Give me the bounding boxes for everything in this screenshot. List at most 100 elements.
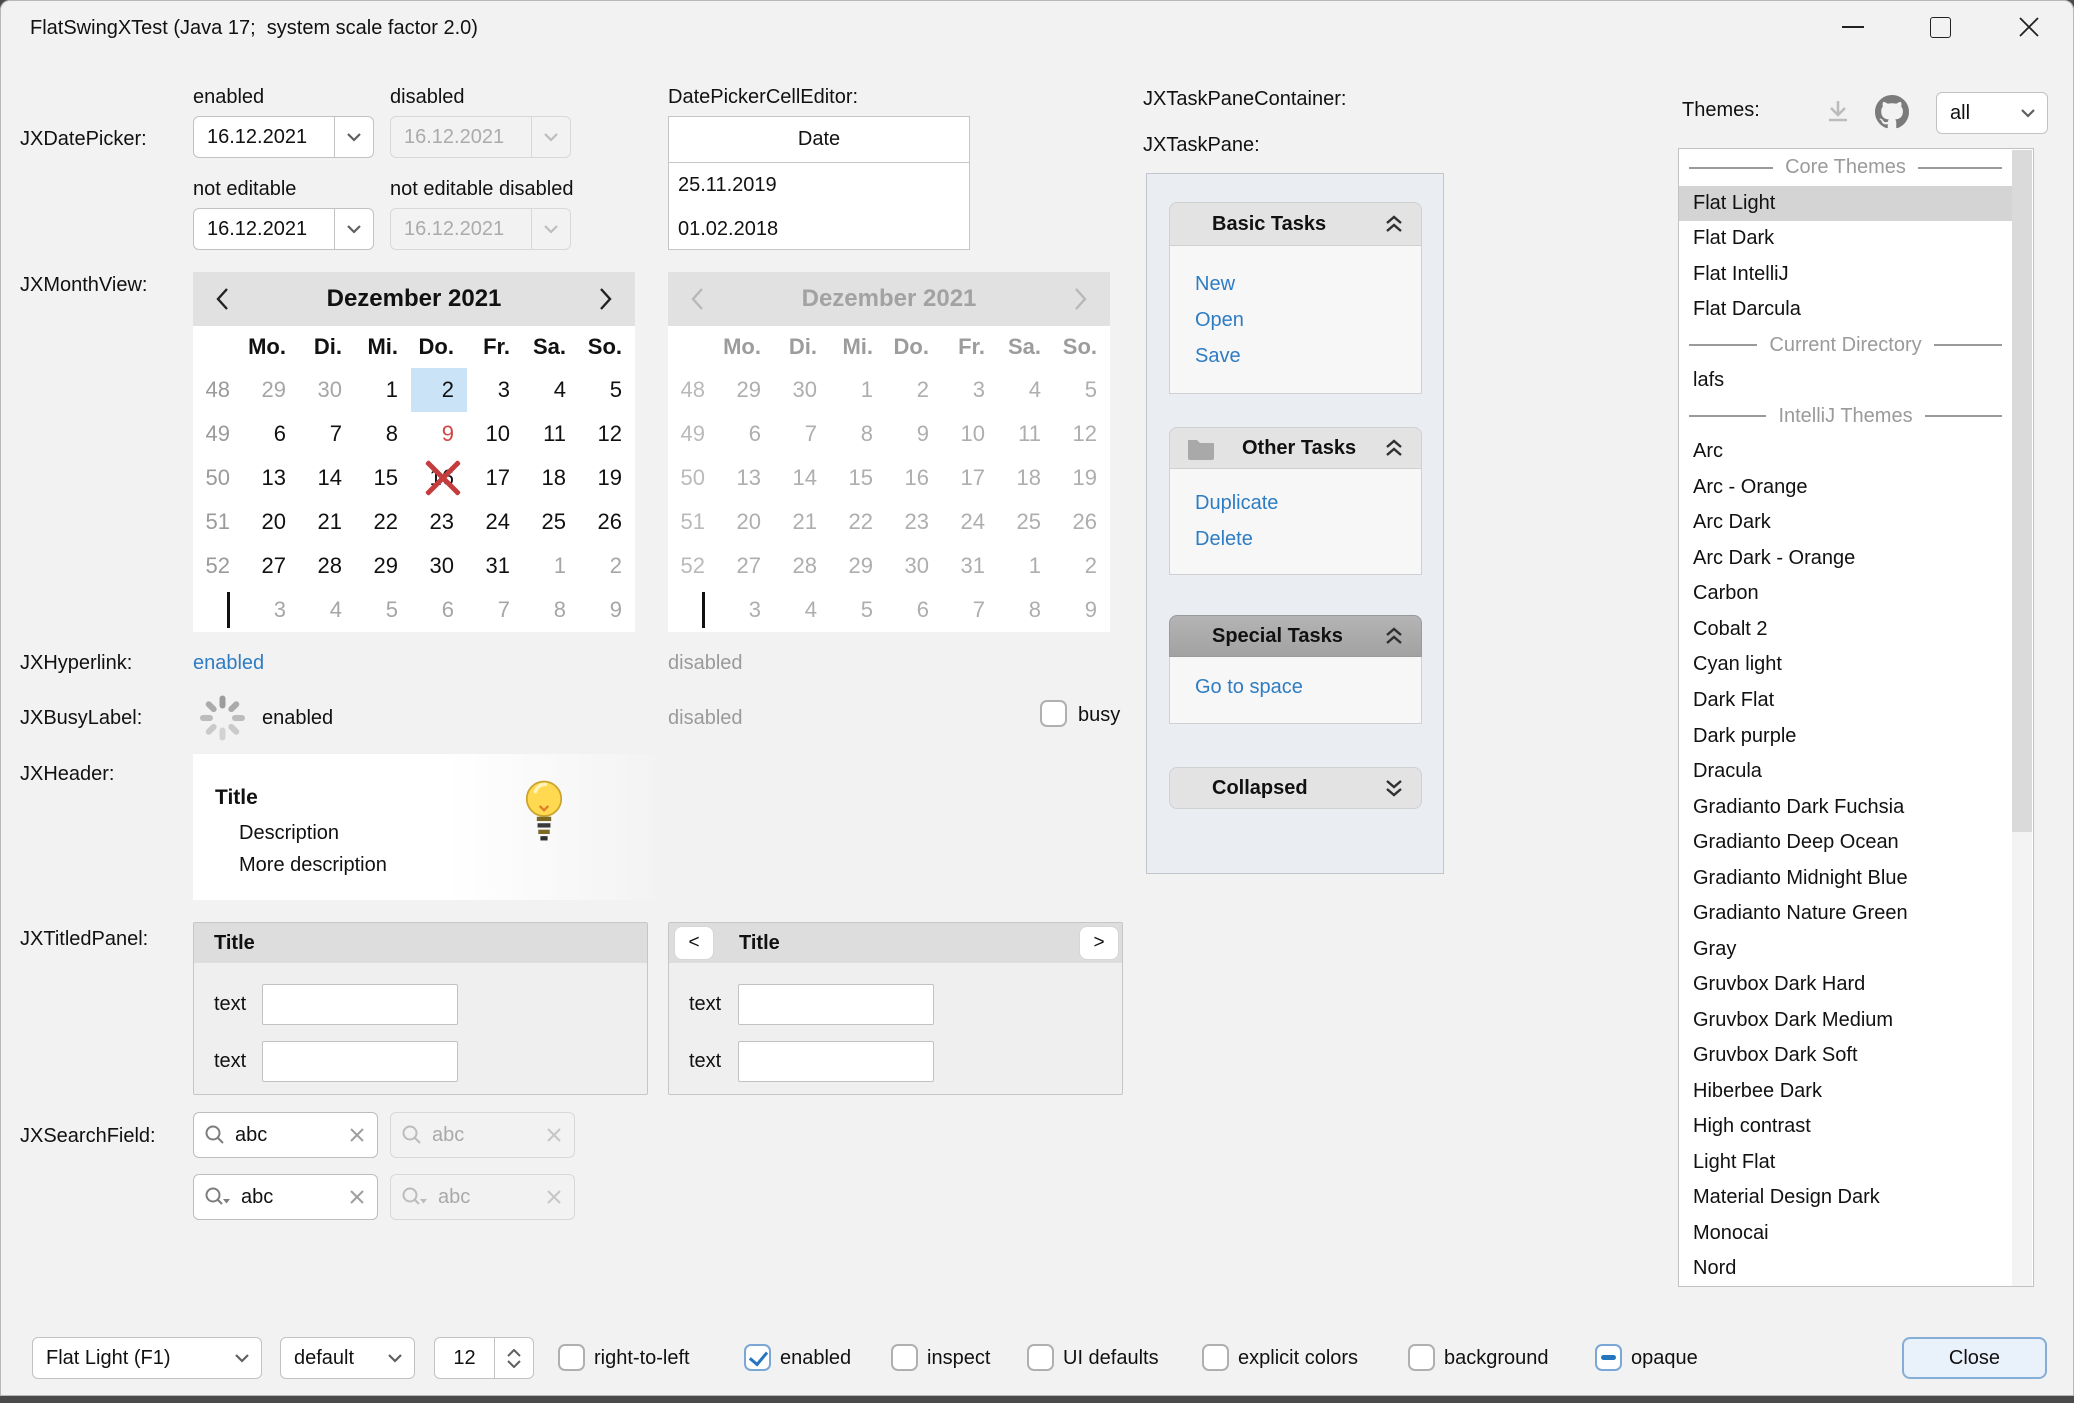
calendar-day[interactable]: 15 bbox=[830, 456, 886, 500]
datepicker-enabled[interactable]: 16.12.2021 bbox=[193, 116, 374, 158]
calendar-day[interactable]: 29 bbox=[718, 368, 774, 412]
calendar-day[interactable]: 6 bbox=[243, 412, 299, 456]
calendar-day[interactable]: 16 bbox=[411, 456, 467, 500]
calendar-day[interactable]: 7 bbox=[942, 588, 998, 632]
calendar-day[interactable]: 12 bbox=[1054, 412, 1110, 456]
double-chevron-up-icon[interactable] bbox=[1383, 214, 1405, 234]
calendar-day[interactable]: 22 bbox=[830, 500, 886, 544]
calendar-day[interactable]: 9 bbox=[411, 412, 467, 456]
calendar-day[interactable]: 3 bbox=[942, 368, 998, 412]
calendar-day[interactable]: 16 bbox=[886, 456, 942, 500]
calendar-day[interactable]: 3 bbox=[718, 588, 774, 632]
calendar-day[interactable]: 6 bbox=[718, 412, 774, 456]
font-size-spinner[interactable]: 12 bbox=[434, 1337, 534, 1379]
theme-item[interactable]: Light Flat bbox=[1679, 1145, 2012, 1181]
calendar-day[interactable]: 29 bbox=[243, 368, 299, 412]
close-button[interactable]: Close bbox=[1902, 1337, 2047, 1379]
theme-item[interactable]: Flat Darcula bbox=[1679, 292, 2012, 328]
calendar-day[interactable]: 14 bbox=[299, 456, 355, 500]
search-field[interactable]: abc bbox=[193, 1112, 378, 1158]
calendar-day[interactable]: 8 bbox=[830, 412, 886, 456]
task-link-delete[interactable]: Delete bbox=[1195, 521, 1421, 557]
calendar-day[interactable]: 25 bbox=[523, 500, 579, 544]
theme-item[interactable]: Carbon bbox=[1679, 576, 2012, 612]
taskpane-header[interactable]: Basic Tasks bbox=[1169, 202, 1422, 246]
calendar-day[interactable]: 21 bbox=[299, 500, 355, 544]
prev-month-button[interactable] bbox=[193, 272, 251, 326]
calendar-day[interactable]: 11 bbox=[523, 412, 579, 456]
calendar-day[interactable]: 27 bbox=[243, 544, 299, 588]
calendar-day[interactable]: 2 bbox=[579, 544, 635, 588]
calendar-day[interactable]: 26 bbox=[1054, 500, 1110, 544]
calendar-day[interactable]: 11 bbox=[998, 412, 1054, 456]
theme-item[interactable]: Nord bbox=[1679, 1251, 2012, 1287]
datepicker-not-editable[interactable]: 16.12.2021 bbox=[193, 208, 374, 250]
right-to-left-checkbox[interactable] bbox=[558, 1344, 585, 1371]
calendar-day[interactable]: 30 bbox=[411, 544, 467, 588]
calendar-day[interactable]: 31 bbox=[467, 544, 523, 588]
calendar-day[interactable]: 8 bbox=[523, 588, 579, 632]
calendar-day[interactable]: 4 bbox=[998, 368, 1054, 412]
calendar-day[interactable]: 6 bbox=[411, 588, 467, 632]
calendar-day[interactable]: 7 bbox=[467, 588, 523, 632]
calendar-day[interactable]: 1 bbox=[998, 544, 1054, 588]
calendar-day[interactable]: 4 bbox=[299, 588, 355, 632]
calendar-day[interactable]: 8 bbox=[998, 588, 1054, 632]
theme-item[interactable]: Gradianto Dark Fuchsia bbox=[1679, 790, 2012, 826]
calendar-day[interactable]: 18 bbox=[523, 456, 579, 500]
calendar-day[interactable]: 7 bbox=[299, 412, 355, 456]
calendar-day[interactable]: 17 bbox=[467, 456, 523, 500]
task-link-go-to-space[interactable]: Go to space bbox=[1195, 669, 1421, 705]
close-window-button[interactable] bbox=[1997, 2, 2061, 52]
background-checkbox[interactable] bbox=[1408, 1344, 1435, 1371]
theme-item[interactable]: Gradianto Nature Green bbox=[1679, 896, 2012, 932]
task-link-open[interactable]: Open bbox=[1195, 302, 1421, 338]
calendar-day[interactable]: 1 bbox=[355, 368, 411, 412]
task-link-duplicate[interactable]: Duplicate bbox=[1195, 485, 1421, 521]
text-input[interactable] bbox=[262, 984, 458, 1025]
calendar-day[interactable]: 20 bbox=[243, 500, 299, 544]
theme-item[interactable]: lafs bbox=[1679, 363, 2012, 399]
calendar-day[interactable]: 3 bbox=[243, 588, 299, 632]
clear-x-icon[interactable] bbox=[349, 1127, 365, 1143]
hyperlink-enabled[interactable]: enabled bbox=[193, 652, 264, 675]
text-input[interactable] bbox=[738, 984, 934, 1025]
theme-item[interactable]: Flat Dark bbox=[1679, 221, 2012, 257]
explicit-colors-checkbox[interactable] bbox=[1202, 1344, 1229, 1371]
theme-item[interactable]: Monocai bbox=[1679, 1216, 2012, 1252]
theme-item[interactable]: Material Design Dark bbox=[1679, 1180, 2012, 1216]
calendar-day[interactable]: 4 bbox=[774, 588, 830, 632]
busy-checkbox[interactable] bbox=[1040, 700, 1067, 727]
panel-prev-button[interactable]: < bbox=[674, 926, 714, 960]
double-chevron-up-icon[interactable] bbox=[1383, 438, 1405, 458]
calendar-day[interactable]: 2 bbox=[1054, 544, 1110, 588]
lookandfeel-combo[interactable]: Flat Light (F1) bbox=[32, 1337, 262, 1379]
calendar-day[interactable]: 30 bbox=[774, 368, 830, 412]
opaque-checkbox[interactable] bbox=[1595, 1344, 1622, 1371]
calendar-day[interactable]: 2 bbox=[886, 368, 942, 412]
calendar-day[interactable]: 24 bbox=[467, 500, 523, 544]
theme-item[interactable]: High contrast bbox=[1679, 1109, 2012, 1145]
calendar-day[interactable]: 5 bbox=[579, 368, 635, 412]
calendar-day[interactable]: 23 bbox=[411, 500, 467, 544]
chevron-down-icon[interactable] bbox=[334, 209, 373, 249]
double-chevron-down-icon[interactable] bbox=[1383, 778, 1405, 798]
calendar-day[interactable]: 29 bbox=[355, 544, 411, 588]
double-chevron-up-icon[interactable] bbox=[1383, 626, 1405, 646]
calendar-day[interactable]: 23 bbox=[886, 500, 942, 544]
scrollbar-thumb[interactable] bbox=[2012, 150, 2032, 832]
magnifier-menu-icon[interactable] bbox=[204, 1186, 232, 1208]
calendar-day[interactable]: 3 bbox=[467, 368, 523, 412]
table-column-header[interactable]: Date bbox=[669, 117, 969, 163]
theme-item[interactable]: Gruvbox Dark Hard bbox=[1679, 967, 2012, 1003]
calendar-day[interactable]: 20 bbox=[718, 500, 774, 544]
themes-filter-combo[interactable]: all bbox=[1936, 92, 2048, 134]
calendar-day[interactable]: 28 bbox=[774, 544, 830, 588]
calendar-day[interactable]: 5 bbox=[355, 588, 411, 632]
search-input[interactable]: abc bbox=[241, 1186, 349, 1209]
calendar-day[interactable]: 22 bbox=[355, 500, 411, 544]
minimize-button[interactable] bbox=[1821, 2, 1885, 52]
table-row[interactable]: 25.11.2019 bbox=[669, 163, 969, 207]
panel-next-button[interactable]: > bbox=[1079, 926, 1119, 960]
inspect-checkbox[interactable] bbox=[891, 1344, 918, 1371]
